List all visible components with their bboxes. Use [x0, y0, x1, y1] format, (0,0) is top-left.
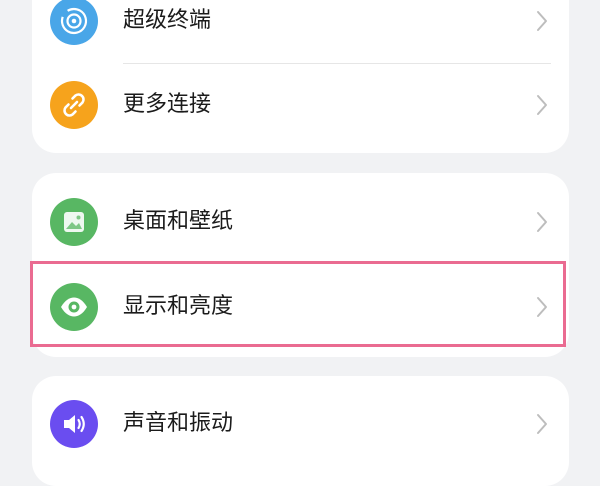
link-icon — [50, 81, 98, 129]
settings-item-super-device[interactable]: 超级终端 — [32, 0, 569, 61]
divider — [123, 63, 551, 64]
settings-item-label: 声音和振动 — [123, 411, 234, 436]
settings-item-wallpaper[interactable]: 桌面和壁纸 — [32, 182, 569, 262]
settings-item-more-connections[interactable]: 更多连接 — [32, 65, 569, 145]
settings-item-label: 超级终端 — [123, 8, 212, 33]
eye-icon — [50, 283, 98, 331]
chevron-right-icon — [534, 9, 550, 33]
chevron-right-icon — [534, 210, 550, 234]
chevron-right-icon — [534, 93, 550, 117]
settings-group-sound: 声音和振动 — [32, 376, 569, 486]
settings-item-sound-vibration[interactable]: 声音和振动 — [32, 384, 569, 464]
settings-group-display: 桌面和壁纸 显示和亮度 — [32, 173, 569, 357]
settings-group-connectivity: 超级终端 更多连接 — [32, 0, 569, 153]
chevron-right-icon — [534, 295, 550, 319]
settings-item-label: 更多连接 — [123, 92, 212, 117]
speaker-icon — [50, 400, 98, 448]
settings-item-label: 显示和亮度 — [123, 294, 234, 319]
settings-item-label: 桌面和壁纸 — [123, 209, 234, 234]
wallpaper-icon — [50, 198, 98, 246]
super-device-icon — [50, 0, 98, 45]
chevron-right-icon — [534, 412, 550, 436]
settings-item-display-brightness[interactable]: 显示和亮度 — [32, 267, 569, 347]
